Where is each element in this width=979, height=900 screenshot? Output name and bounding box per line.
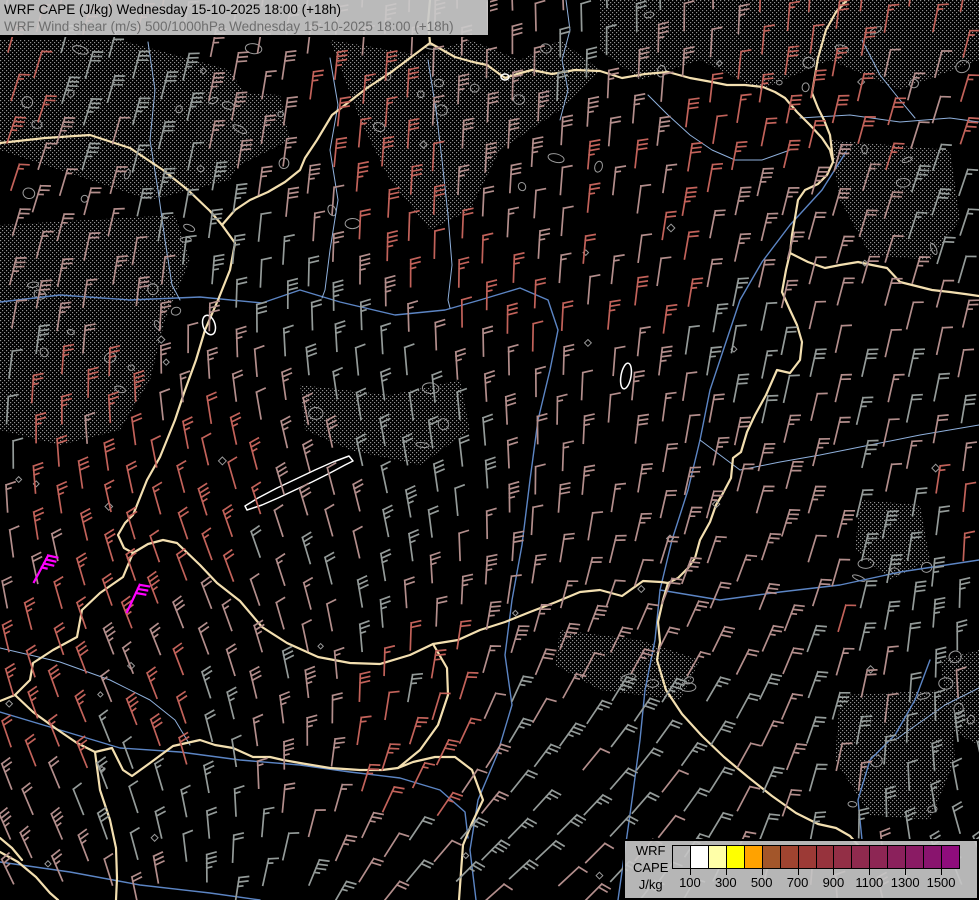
cape-colorbar-cell — [780, 845, 799, 869]
cape-colorbar-cell — [923, 845, 942, 869]
cape-colorbar-cell — [941, 845, 960, 869]
cape-colorbar-cell — [869, 845, 888, 869]
cape-colorbar-tick-label: 1500 — [919, 875, 963, 890]
wrf-map-screen: WRF CAPE (J/kg) Wednesday 15-10-2025 18:… — [0, 0, 979, 900]
title-cape: WRF CAPE (J/kg) Wednesday 15-10-2025 18:… — [4, 1, 488, 18]
cape-colorbar-cell — [887, 845, 906, 869]
title-box: WRF CAPE (J/kg) Wednesday 15-10-2025 18:… — [0, 0, 490, 37]
cape-colorbar-cell — [798, 845, 817, 869]
cape-colorbar-cell — [833, 845, 852, 869]
cape-colorbar-cell — [851, 845, 870, 869]
cape-colorbar-cell — [905, 845, 924, 869]
legend-label-units: J/kg — [633, 876, 668, 893]
legend-label: WRF CAPE J/kg — [633, 842, 668, 893]
cape-colorbar-cell — [762, 845, 781, 869]
cape-colorbar-cell — [690, 845, 709, 869]
cape-colorbar — [672, 845, 959, 869]
cape-colorbar-cell — [744, 845, 763, 869]
title-wind-shear: WRF Wind shear (m/s) 500/1000hPa Wednesd… — [4, 18, 488, 35]
legend-label-model: WRF — [633, 842, 668, 859]
cape-colorbar-cell — [726, 845, 745, 869]
cape-colorbar-cell — [672, 845, 691, 869]
cape-colorbar-cell — [708, 845, 727, 869]
weather-map — [0, 0, 979, 900]
cape-colorbar-cell — [816, 845, 835, 869]
legend-label-variable: CAPE — [633, 859, 668, 876]
cape-legend: WRF CAPE J/kg 10030050070090011001300150… — [623, 839, 979, 900]
